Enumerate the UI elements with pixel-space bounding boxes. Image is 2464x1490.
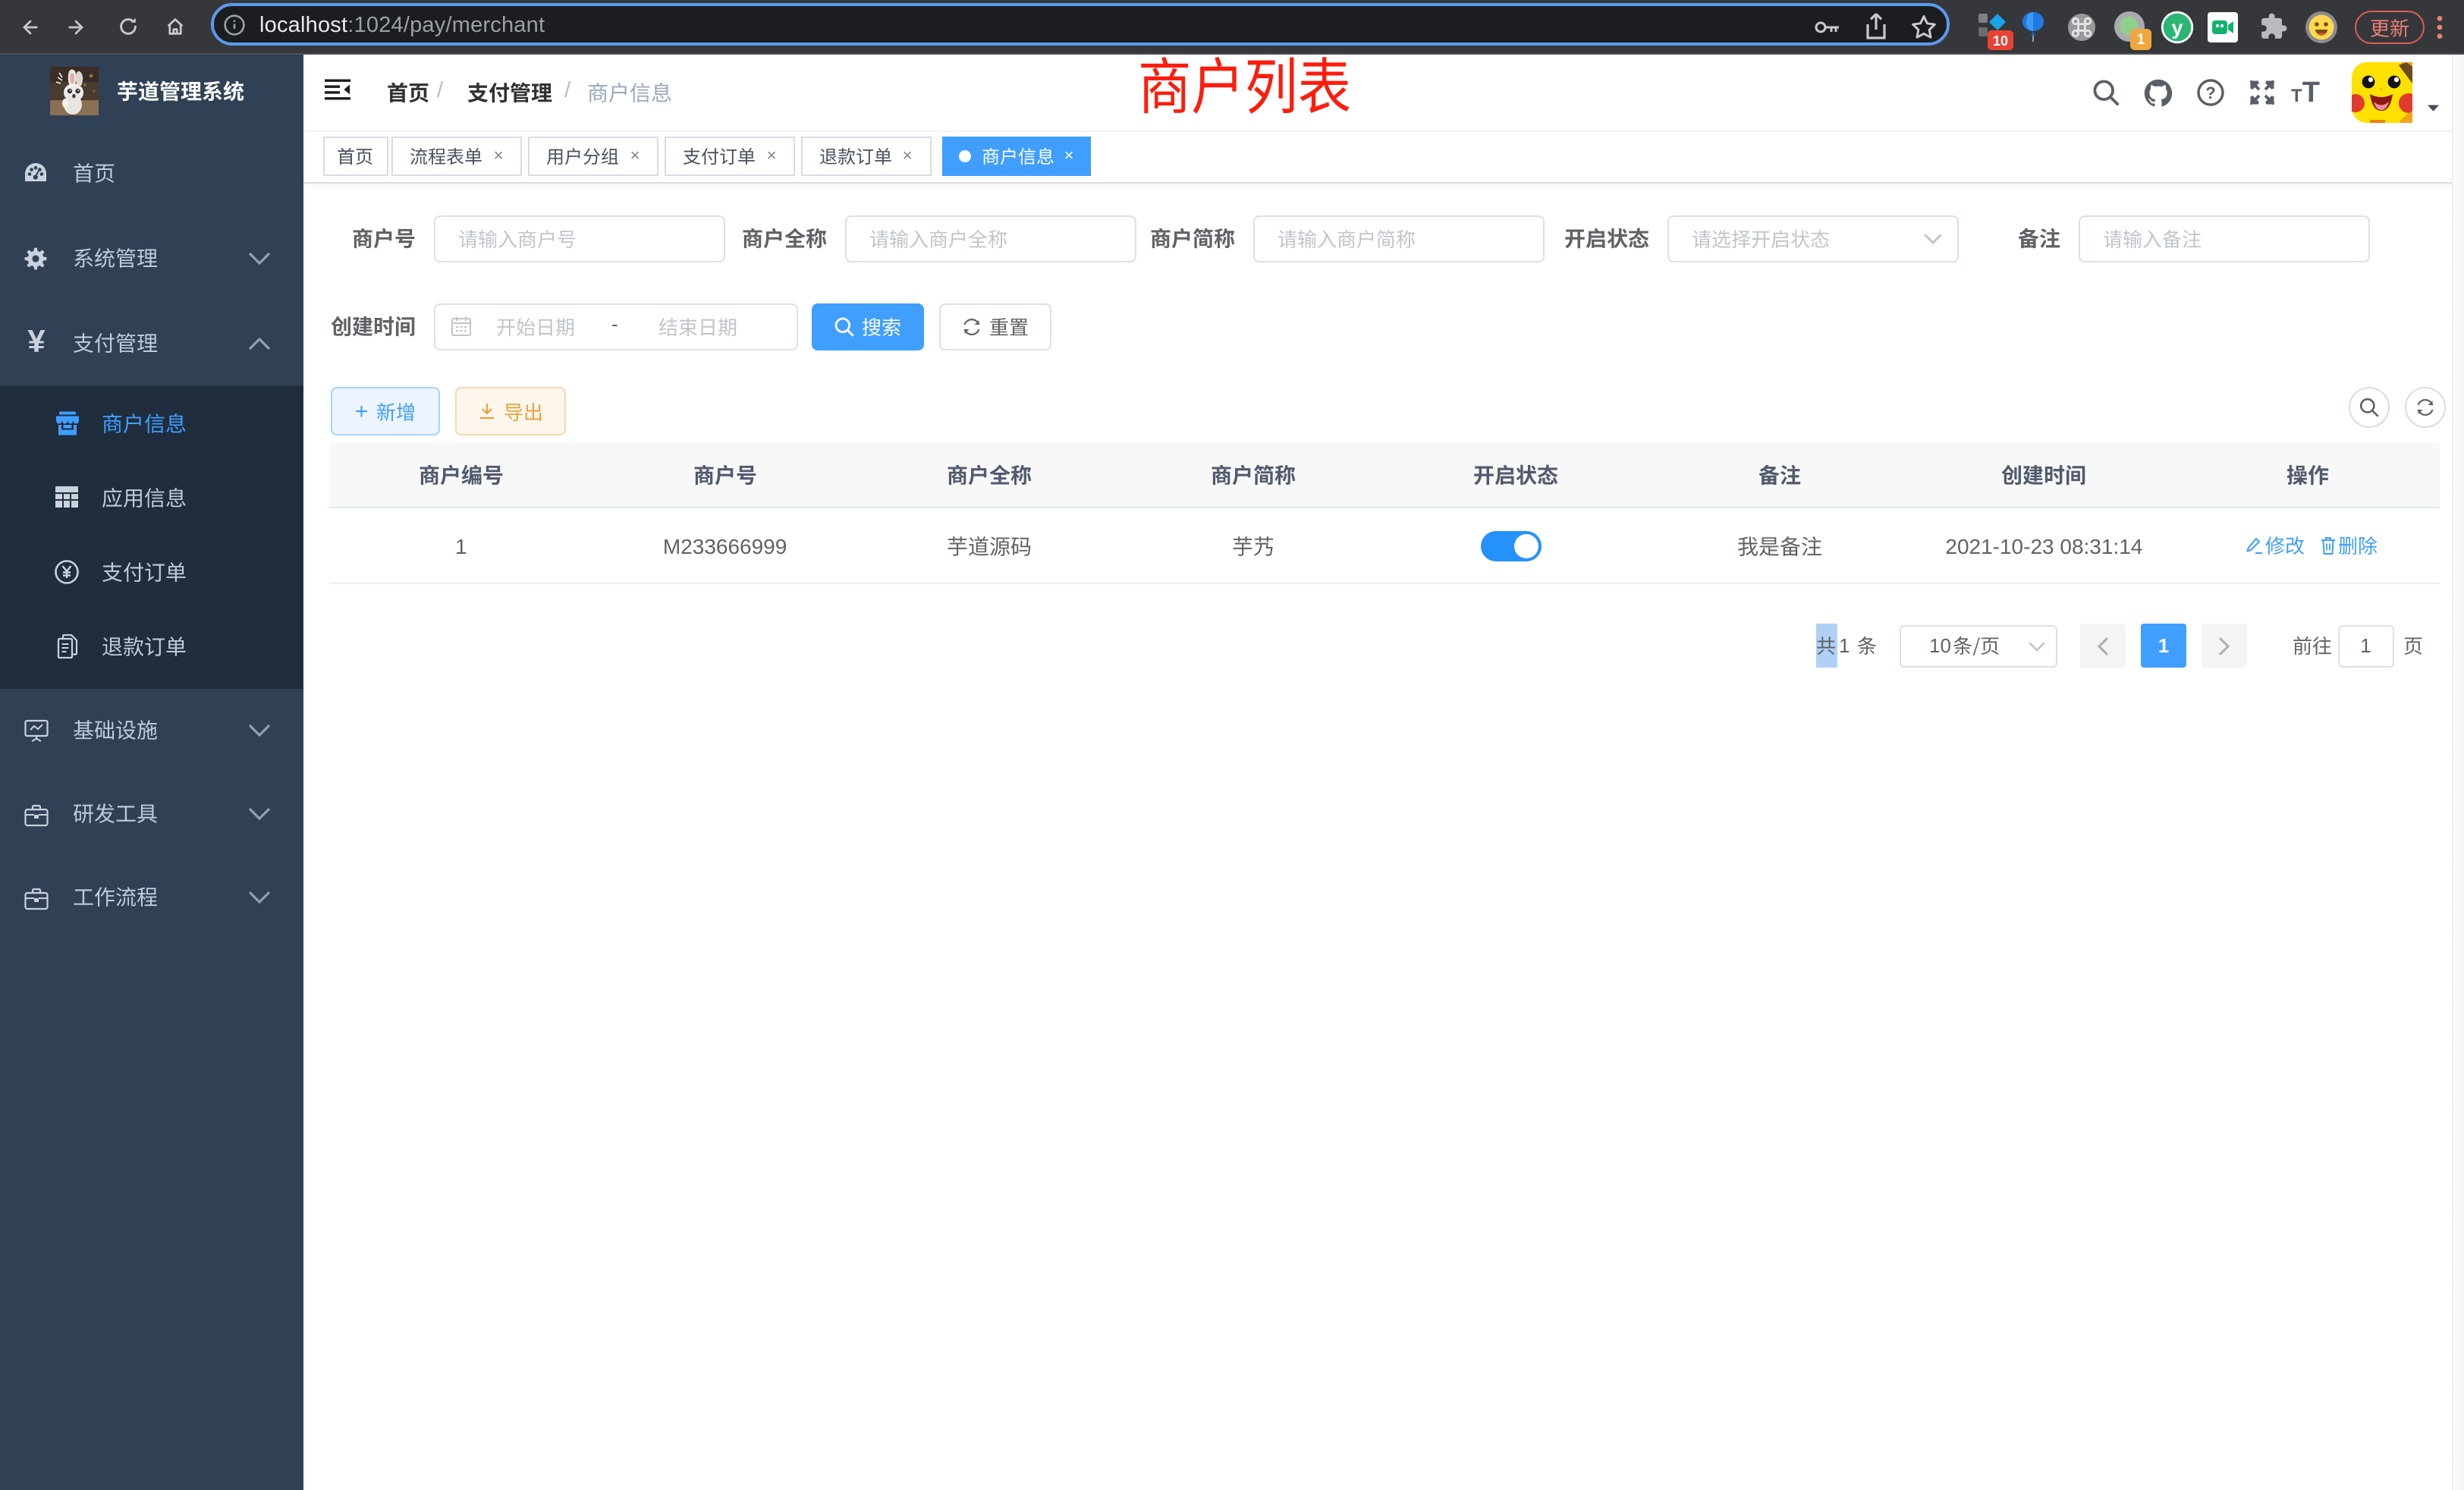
svg-text:y: y [2171,17,2183,39]
svg-text:?: ? [2205,83,2215,102]
